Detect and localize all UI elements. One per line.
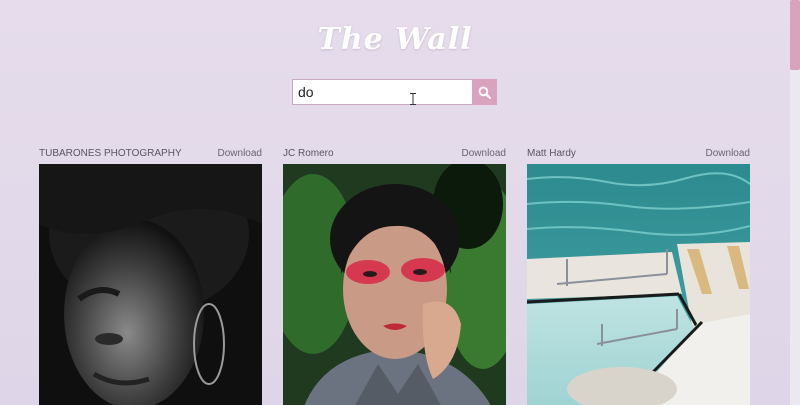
photo-card: TUBARONES PHOTOGRAPHY Download [39, 146, 262, 405]
search-button[interactable] [472, 79, 497, 105]
author-name: JC Romero [283, 147, 334, 159]
photo-image[interactable] [39, 164, 262, 405]
author-name: Matt Hardy [527, 147, 576, 159]
page-title: The Wall [317, 22, 473, 57]
text-cursor-icon [410, 93, 416, 105]
download-link[interactable]: Download [218, 148, 262, 159]
photo-card: Matt Hardy Download [527, 146, 750, 405]
search-form [292, 79, 497, 105]
download-link[interactable]: Download [706, 148, 750, 159]
search-icon [478, 86, 491, 99]
download-link[interactable]: Download [462, 148, 506, 159]
card-header: JC Romero Download [283, 146, 506, 160]
photo-image[interactable] [527, 164, 750, 405]
author-name: TUBARONES PHOTOGRAPHY [39, 147, 182, 159]
card-header: Matt Hardy Download [527, 146, 750, 160]
photo-image[interactable] [283, 164, 506, 405]
scrollbar-thumb[interactable] [790, 0, 800, 70]
card-header: TUBARONES PHOTOGRAPHY Download [39, 146, 262, 160]
photo-grid: TUBARONES PHOTOGRAPHY Download JC Romero… [39, 146, 751, 405]
photo-card: JC Romero Download [283, 146, 506, 405]
search-input[interactable] [292, 79, 472, 105]
page-scrollbar[interactable] [790, 0, 800, 405]
